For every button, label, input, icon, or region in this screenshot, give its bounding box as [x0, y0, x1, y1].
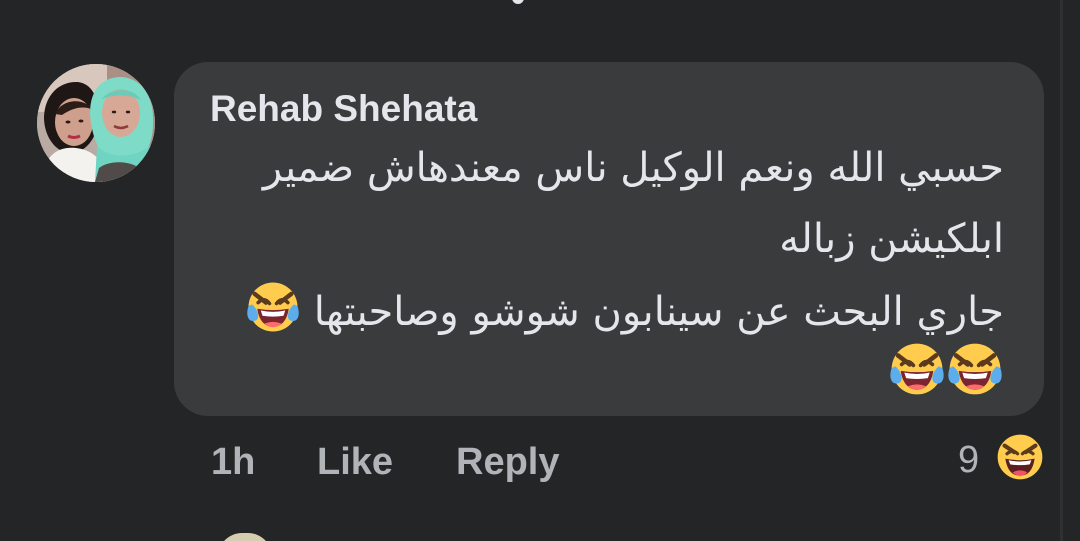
comment-time[interactable]: 1h [211, 436, 255, 488]
profile-photo-icon [37, 64, 155, 182]
comment-author-name[interactable]: Rehab Shehata [210, 85, 477, 133]
like-button[interactable]: Like [317, 436, 393, 488]
reply-button[interactable]: Reply [456, 436, 559, 488]
scrollbar-track[interactable] [1060, 0, 1063, 541]
face-with-tears-of-joy-icon [245, 279, 301, 335]
face-with-tears-of-joy-icon [890, 343, 944, 395]
face-with-tears-of-joy-icon [948, 343, 1002, 395]
comment-trailing-emojis [888, 340, 1008, 398]
comment-text-line-2: ابلكيشن زباله [779, 216, 1004, 262]
previous-content-fragment [512, 0, 524, 4]
reaction-count[interactable]: 9 [958, 434, 979, 486]
haha-reaction-icon[interactable] [994, 431, 1046, 483]
comment-text-line-3: جاري البحث عن سينابون شوشو وصاحبتها [245, 279, 1004, 340]
comment-text-line-1: حسبي الله ونعم الوكيل ناس معندهاش ضمير [262, 145, 1004, 191]
comment-text-line-3-text: جاري البحث عن سينابون شوشو وصاحبتها [313, 289, 1004, 335]
facebook-comment-screen: Rehab Shehata حسبي الله ونعم الوكيل ناس … [0, 0, 1080, 541]
next-comment-avatar[interactable] [218, 533, 272, 541]
avatar[interactable] [37, 64, 155, 182]
